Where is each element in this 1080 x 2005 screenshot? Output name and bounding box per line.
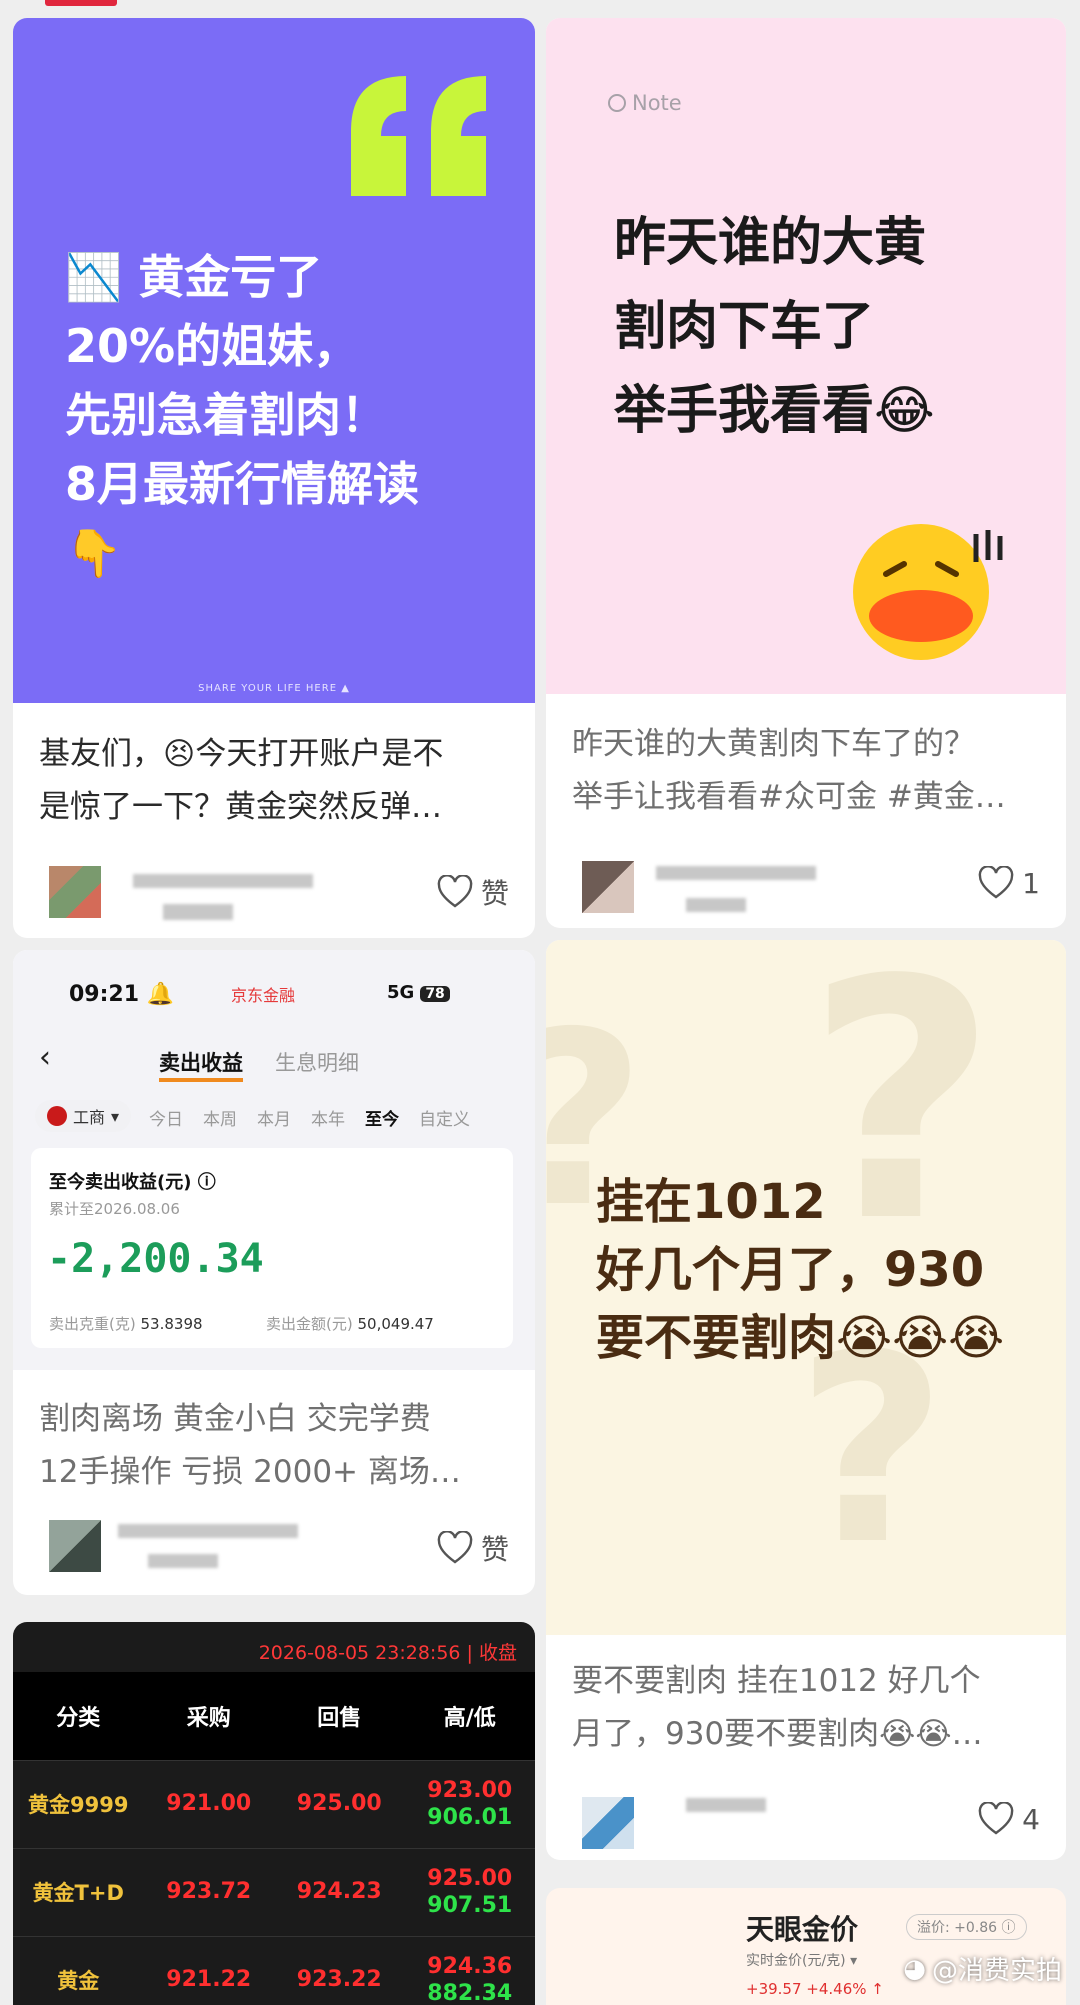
period-tab-active: 至今 (365, 1110, 399, 1130)
gold-price-change: +39.57 +4.46% ↑ (746, 1980, 884, 1998)
username-blurred (148, 1554, 218, 1568)
row-buy: 921.00 (166, 1791, 252, 1816)
like-label: 赞 (480, 1533, 509, 1566)
header-sell: 回售 (317, 1706, 362, 1731)
period-tabs: 今日 本周 本月 本年 至今 自定义 (149, 1105, 470, 1130)
username-blurred (686, 898, 746, 912)
post-card-3[interactable]: 09:21 🔔 京东金融 5G 78 ‹ 卖出收益 生息明细 工商 ▾ 今日 本周… (13, 950, 535, 1595)
battery-icon: 78 (420, 986, 450, 1002)
tab-interest-detail: 生息明细 (275, 1051, 359, 1075)
row-high-low: 924.36 882.34 (427, 1953, 513, 2005)
table-row: 黄金9999 921.00 925.00 923.00 906.01 (13, 1760, 535, 1846)
row-buy: 923.72 (166, 1879, 252, 1904)
tab-sell-income: 卖出收益 (159, 1047, 243, 1082)
status-app-name: 京东金融 (231, 986, 296, 1005)
heart-icon (978, 866, 1014, 899)
duck-face-emoji-icon (853, 524, 1003, 660)
cover-headline: 挂在1012 好几个月了，930 要不要割肉😭😭😭 (596, 1174, 1005, 1366)
feed-page: 📉 黄金亏了 20%的姐妹， 先别急着割肉！ 8月最新行情解读 👇 SHARE … (0, 0, 1080, 2005)
post-card-6[interactable]: 天眼金价 溢价: +0.86 ⓘ 实时金价(元/克) ▾ +39.57 +4.4… (546, 1888, 1066, 2005)
like-button[interactable]: 1 (978, 866, 1040, 900)
post-title[interactable]: 割肉离场 黄金小白 交完学费 12手操作 亏损 2000+ 离场… (39, 1393, 513, 1499)
summary-date: 累计至2026.08.06 (49, 1200, 180, 1218)
quote-table-header: 分类 采购 回售 高/低 (13, 1672, 535, 1760)
cover-headline: 📉 黄金亏了 20%的姐妹， 先别急着割肉！ 8月最新行情解读 👇 (65, 243, 419, 588)
active-tab-indicator (45, 0, 117, 6)
premium-badge: 溢价: +0.86 ⓘ (906, 1914, 1027, 1940)
post-card-1[interactable]: 📉 黄金亏了 20%的姐妹， 先别急着割肉！ 8月最新行情解读 👇 SHARE … (13, 18, 535, 938)
cover-headline: 昨天谁的大黄 割肉下车了 举手我看看😂 (614, 213, 935, 441)
like-button[interactable]: 赞 (437, 1528, 509, 1568)
row-high-low: 923.00 906.01 (427, 1777, 513, 1830)
post-title[interactable]: 昨天谁的大黄割肉下车了的？ 举手让我看看#众可金 #黄金… (572, 718, 1044, 824)
bank-selector: 工商 ▾ (35, 1100, 132, 1132)
post-card-4[interactable]: ? ? ? 挂在1012 好几个月了，930 要不要割肉😭😭😭 要不要割肉 挂在… (546, 940, 1066, 1860)
avatar[interactable] (582, 861, 634, 913)
amount-info: 卖出金额(元) 50,049.47 (266, 1315, 434, 1333)
row-buy: 921.22 (166, 1967, 252, 1992)
avatar[interactable] (49, 1520, 101, 1572)
header-high-low: 高/低 (443, 1706, 496, 1731)
like-label: 赞 (480, 877, 509, 910)
period-tab: 本年 (311, 1110, 345, 1130)
like-button[interactable]: 赞 (437, 872, 509, 912)
status-time: 09:21 🔔 (69, 982, 175, 1007)
gold-price-subtitle: 实时金价(元/克) ▾ (746, 1953, 858, 1969)
row-high-low: 925.00 907.51 (427, 1865, 513, 1918)
username-blurred (686, 1798, 766, 1812)
post-cover-screenshot: 09:21 🔔 京东金融 5G 78 ‹ 卖出收益 生息明细 工商 ▾ 今日 本周… (13, 950, 535, 1370)
avatar[interactable] (49, 866, 101, 918)
status-signal: 5G 78 (387, 982, 450, 1003)
note-label: Note (608, 91, 682, 115)
row-sell: 925.00 (296, 1791, 382, 1816)
gold-price-title: 天眼金价 (746, 1913, 859, 1946)
post-card-2[interactable]: Note 昨天谁的大黄 割肉下车了 举手我看看😂 昨天谁的大黄割肉下车了的？ 举… (546, 18, 1066, 928)
circle-icon (608, 94, 626, 112)
row-name: 黄金 (57, 1968, 100, 1993)
post-cover-image: 📉 黄金亏了 20%的姐妹， 先别急着割肉！ 8月最新行情解读 👇 SHARE … (13, 18, 535, 703)
summary-title: 至今卖出收益(元) ⓘ (49, 1172, 216, 1193)
post-title[interactable]: 基友们，😣今天打开账户是不 是惊了一下？黄金突然反弹… (39, 728, 513, 834)
weight-info: 卖出克重(克) 53.8398 (49, 1315, 203, 1333)
quote-timestamp: 2026-08-05 23:28:56 | 收盘 (258, 1642, 517, 1664)
period-tab: 自定义 (419, 1110, 470, 1130)
period-tab: 本月 (257, 1110, 291, 1130)
table-row: 黄金 921.22 923.22 924.36 882.34 (13, 1936, 535, 2005)
username-blurred (118, 1524, 298, 1538)
pointing-down-icon: 👇 (65, 526, 123, 580)
header-category: 分类 (56, 1706, 101, 1731)
post-cover-image: ? ? ? 挂在1012 好几个月了，930 要不要割肉😭😭😭 (546, 940, 1066, 1635)
income-summary: 至今卖出收益(元) ⓘ 累计至2026.08.06 -2,200.34 卖出克重… (31, 1148, 513, 1348)
cover-footer: SHARE YOUR LIFE HERE ▲ (198, 683, 350, 694)
like-button[interactable]: 4 (978, 1802, 1040, 1836)
table-row: 黄金T+D 923.72 924.23 925.00 907.51 (13, 1848, 535, 1934)
weibo-icon: ◕ (903, 1953, 926, 1984)
username-blurred (163, 904, 233, 920)
username-blurred (656, 866, 816, 880)
post-cover-image: Note 昨天谁的大黄 割肉下车了 举手我看看😂 (546, 18, 1066, 694)
post-card-5[interactable]: 2026-08-05 23:28:56 | 收盘 分类 采购 回售 高/低 黄金… (13, 1622, 535, 2005)
period-tab: 今日 (149, 1110, 183, 1130)
post-title[interactable]: 要不要割肉 挂在1012 好几个 月了，930要不要割肉😭😭… (572, 1655, 1044, 1761)
back-icon: ‹ (39, 1040, 51, 1075)
username-blurred (133, 874, 313, 888)
row-sell: 923.22 (296, 1967, 382, 1992)
heart-icon (437, 1531, 473, 1564)
row-sell: 924.23 (296, 1879, 382, 1904)
header-buy: 采购 (186, 1706, 231, 1731)
like-count: 4 (1022, 1802, 1040, 1836)
bank-logo-icon (47, 1106, 67, 1126)
period-tab: 本周 (203, 1110, 237, 1130)
like-count: 1 (1022, 866, 1040, 900)
watermark: ◕ @消费实拍 (903, 1953, 1062, 1987)
heart-icon (978, 1802, 1014, 1835)
summary-amount: -2,200.34 (47, 1236, 264, 1282)
row-name: 黄金T+D (32, 1880, 124, 1905)
row-name: 黄金9999 (28, 1792, 129, 1817)
quote-mark-icon (351, 76, 486, 196)
heart-icon (437, 875, 473, 908)
avatar[interactable] (582, 1797, 634, 1849)
